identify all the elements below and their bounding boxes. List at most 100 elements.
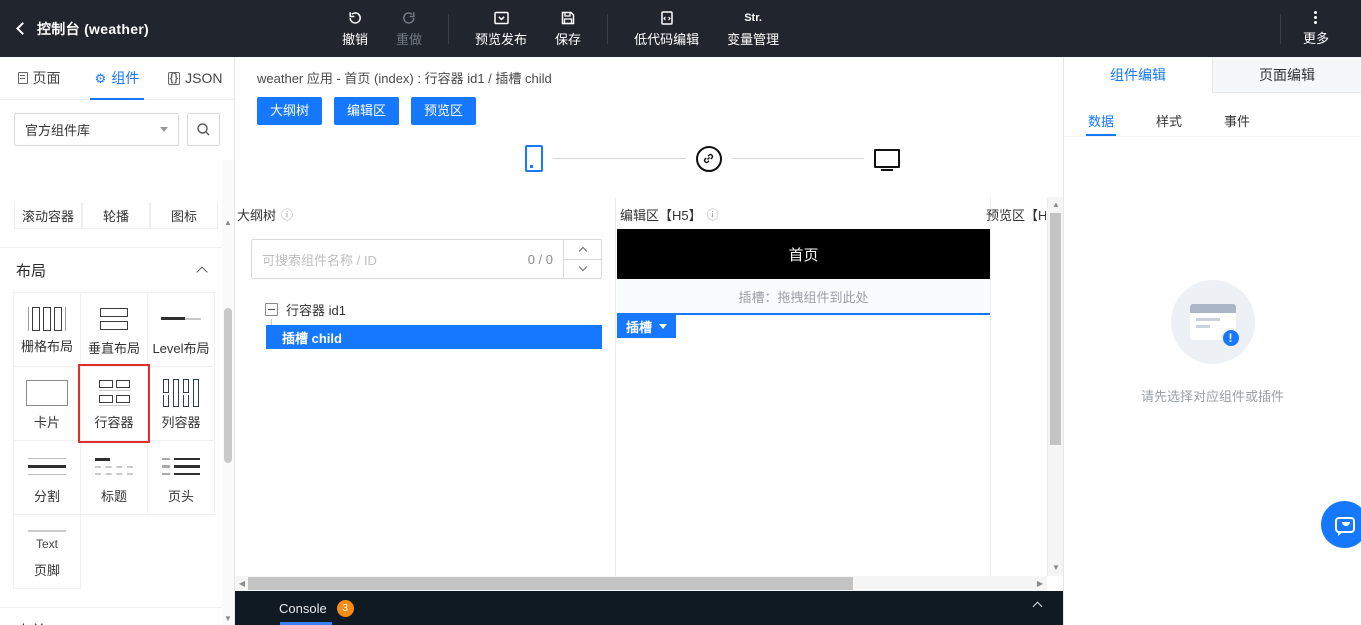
desktop-device-icon[interactable] [874,149,900,168]
console-expand-icon[interactable] [1033,602,1043,612]
chat-fab-button[interactable] [1321,501,1361,548]
tree-node-label: 行容器 id1 [286,300,346,319]
exclamation-badge-icon: ! [1221,328,1241,348]
scrollbar-thumb[interactable] [224,308,232,463]
subtab-style[interactable]: 样式 [1156,111,1182,136]
json-icon: {} [168,72,181,85]
undo-label: 撤销 [342,29,368,48]
component-title[interactable]: 标题 [80,440,148,515]
workspace: weather 应用 - 首页 (index) : 行容器 id1 / 插槽 c… [235,57,1063,625]
scrollbar-thumb[interactable] [1050,213,1061,445]
redo-icon [401,10,417,26]
component-level-layout[interactable]: Level布局 [147,292,215,367]
page-header-icon [162,453,200,481]
editor-panels: 大纲树 ⓘ 可搜索组件名称 / ID 0 / 0 [235,197,1063,576]
slider-track [553,158,686,159]
component-row-container[interactable]: 行容器 [80,366,148,441]
subtab-event[interactable]: 事件 [1224,111,1250,136]
undo-button[interactable]: 撤销 [330,6,380,52]
slot-drop-zone[interactable]: 插槽：拖拽组件到此处 [617,279,990,315]
back-nav[interactable]: 控制台 (weather) [0,19,330,39]
preview-publish-button[interactable]: 预览发布 [463,6,539,52]
page-header-bar: 首页 [617,229,1047,279]
scroll-right-icon[interactable]: ▶ [1033,576,1047,591]
component-row-partial: 滚动容器 轮播 图标 [0,203,222,229]
tab-page-edit[interactable]: 页面编辑 [1212,57,1361,93]
topbar-actions: 撤销 重做 预览发布 保存 低代码编辑 Str. 变量管理 [330,6,791,52]
preview-publish-icon [493,10,510,26]
tab-page[interactable]: 页面 [0,57,78,99]
component-carousel[interactable]: 轮播 [82,203,150,229]
app-root: 控制台 (weather) 撤销 重做 预览发布 保存 [0,0,1361,625]
component-scroll-container[interactable]: 滚动容器 [14,203,82,229]
canvas-vertical-scrollbar[interactable]: ▲ ▼ [1047,197,1063,576]
variable-manage-button[interactable]: Str. 变量管理 [715,6,791,52]
tab-component[interactable]: ⚙ 组件 [78,57,156,99]
component-grid-layout[interactable]: 栅格布局 [13,292,81,367]
outline-search-box: 可搜索组件名称 / ID 0 / 0 [251,239,602,279]
tree-node-label: 插槽 child [282,328,342,347]
component-list: 滚动容器 轮播 图标 布局 栅格布局 垂直布局 [0,203,222,625]
save-button[interactable]: 保存 [543,6,593,52]
component-icon-item[interactable]: 图标 [150,203,218,229]
chevron-up-icon [578,247,586,255]
component-search-button[interactable] [187,113,220,146]
inspector-panel: 组件编辑 页面编辑 数据 样式 事件 ! 请先选择对应组件或插件 [1063,57,1361,625]
console-bar[interactable]: Console 3 [235,591,1063,625]
sidebar-scrollbar[interactable]: ▲ ▼ [222,160,234,625]
slot-hint-text: 插槽：拖拽组件到此处 [738,287,868,306]
search-result-count: 0 / 0 [528,252,553,267]
component-page-header[interactable]: 页头 [147,440,215,515]
lowcode-edit-button[interactable]: 低代码编辑 [622,6,711,52]
scroll-down-icon[interactable]: ▼ [222,613,234,625]
tab-json[interactable]: {} JSON [156,57,234,99]
chevron-down-icon [578,263,586,271]
outline-tree-button[interactable]: 大纲树 [257,97,322,125]
tree-node-slot-child[interactable]: 插槽 child [266,325,602,349]
component-vertical-layout[interactable]: 垂直布局 [80,292,148,367]
page-footer-icon: Text [28,527,66,555]
phone-device-icon[interactable] [525,145,543,172]
scroll-up-icon[interactable]: ▲ [222,217,234,229]
section-form-header[interactable]: 表单 [0,608,222,625]
component-column-container[interactable]: 列容器 [147,366,215,441]
redo-button[interactable]: 重做 [384,6,434,52]
component-tree: 行容器 id1 插槽 child [235,297,615,349]
edit-area-button[interactable]: 编辑区 [334,97,399,125]
component-page-footer[interactable]: Text 页脚 [13,514,81,589]
inspector-empty-state: ! 请先选择对应组件或插件 [1064,280,1361,405]
app-title: 控制台 (weather) [37,19,149,39]
info-icon[interactable]: ⓘ [707,206,719,223]
component-card[interactable]: 卡片 [13,366,81,441]
section-layout-title: 布局 [16,260,46,281]
slider-track [732,158,865,159]
canvas-horizontal-scrollbar[interactable]: ◀ ▶ [235,576,1047,591]
section-layout-header[interactable]: 布局 [0,248,222,292]
edit-canvas-panel: 编辑区【H5】 ⓘ 首页 插槽：拖拽组件到此处 插槽 [617,197,990,576]
info-icon[interactable]: ⓘ [281,206,293,223]
collapse-icon[interactable] [265,303,278,316]
more-button[interactable]: 更多 [1291,7,1341,51]
scroll-up-icon[interactable]: ▲ [1048,198,1063,212]
scroll-down-icon[interactable]: ▼ [1048,561,1063,575]
scroll-left-icon[interactable]: ◀ [235,576,249,591]
scrollbar-thumb[interactable] [248,577,853,590]
component-divider[interactable]: 分割 [13,440,81,515]
component-sidebar: 页面 ⚙ 组件 {} JSON 官方组件库 滚动容器 轮播 [0,57,235,625]
outline-search-input[interactable]: 可搜索组件名称 / ID 0 / 0 [252,240,563,278]
search-next-button[interactable] [564,260,601,279]
library-select[interactable]: 官方组件库 [14,113,179,146]
tree-node-row-container[interactable]: 行容器 id1 [235,297,615,321]
search-prev-button[interactable] [564,240,601,260]
preview-area-button[interactable]: 预览区 [411,97,476,125]
slot-tag[interactable]: 插槽 [617,315,676,338]
tab-component-edit[interactable]: 组件编辑 [1064,57,1212,93]
chevron-down-icon [160,127,168,132]
lowcode-edit-icon [659,10,675,26]
chevron-up-icon [196,266,207,277]
subtab-data[interactable]: 数据 [1088,111,1114,136]
redo-label: 重做 [396,29,422,48]
layout-component-grid: 栅格布局 垂直布局 Level布局 卡片 [0,292,220,589]
inspector-subtabs: 数据 样式 事件 [1064,93,1361,137]
link-device-icon[interactable] [696,146,722,172]
